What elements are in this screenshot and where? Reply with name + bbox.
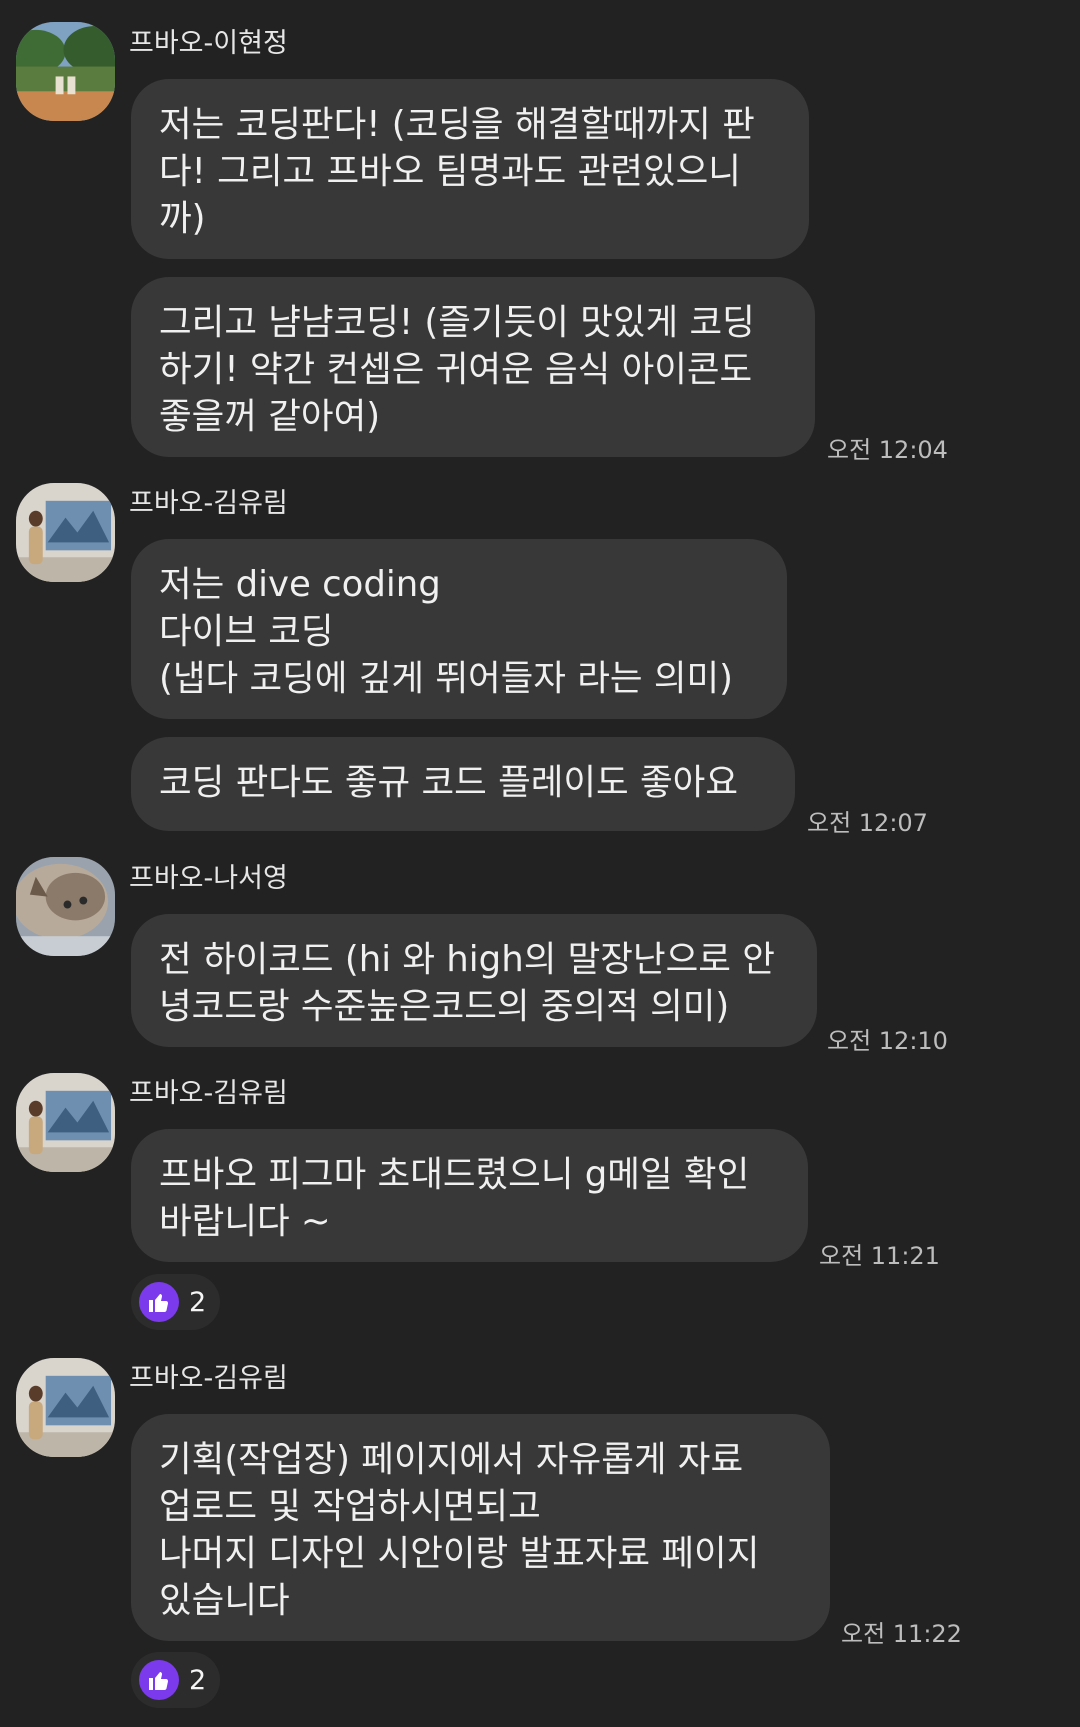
message-bubble[interactable]: 저는 코딩판다! (코딩을 해결할때까지 판 다! 그리고 프바오 팀명과도 관… (131, 79, 809, 259)
timestamp: 오전 11:22 (841, 1620, 962, 1648)
timestamp: 오전 12:10 (827, 1027, 948, 1055)
avatar[interactable] (16, 22, 115, 121)
gallery-photo-avatar (16, 1073, 115, 1172)
message-bubble[interactable]: 기획(작업장) 페이지에서 자유롭게 자료 업로드 및 작업하시면되고 나머지 … (131, 1414, 830, 1641)
forest-bench-photo-avatar (16, 22, 115, 121)
sender-name: 프바오-이현정 (129, 28, 288, 59)
reaction-count: 2 (189, 1664, 207, 1696)
message-bubble[interactable]: 그리고 냠냠코딩! (즐기듯이 맛있게 코딩 하기! 약간 컨셉은 귀여운 음식… (131, 277, 815, 457)
sender-name: 프바오-김유림 (129, 1078, 288, 1109)
avatar[interactable] (16, 857, 115, 956)
avatar[interactable] (16, 1073, 115, 1172)
timestamp: 오전 12:04 (827, 436, 948, 464)
message-bubble[interactable]: 프바오 피그마 초대드렸으니 g메일 확인 바랍니다 ~ (131, 1129, 808, 1262)
gallery-photo-avatar (16, 1358, 115, 1457)
message-bubble[interactable]: 저는 dive coding 다이브 코딩 (냅다 코딩에 깊게 뛰어들자 라는… (131, 539, 787, 719)
like-reaction[interactable]: 2 (131, 1274, 221, 1330)
reaction-count: 2 (189, 1286, 207, 1318)
avatar[interactable] (16, 483, 115, 582)
thumbs-up-icon (139, 1282, 179, 1322)
thumbs-up-icon (139, 1660, 179, 1700)
avatar[interactable] (16, 1358, 115, 1457)
gallery-photo-avatar (16, 483, 115, 582)
message-bubble[interactable]: 코딩 판다도 좋규 코드 플레이도 좋아요 (131, 737, 795, 831)
sender-name: 프바오-김유림 (129, 1363, 288, 1394)
sender-name: 프바오-김유림 (129, 488, 288, 519)
like-reaction[interactable]: 2 (131, 1652, 221, 1708)
timestamp: 오전 12:07 (807, 809, 928, 837)
cat-photo-avatar (16, 857, 115, 956)
timestamp: 오전 11:21 (819, 1242, 940, 1270)
sender-name: 프바오-나서영 (129, 863, 288, 894)
message-bubble[interactable]: 전 하이코드 (hi 와 high의 말장난으로 안 녕코드랑 수준높은코드의 … (131, 914, 817, 1047)
